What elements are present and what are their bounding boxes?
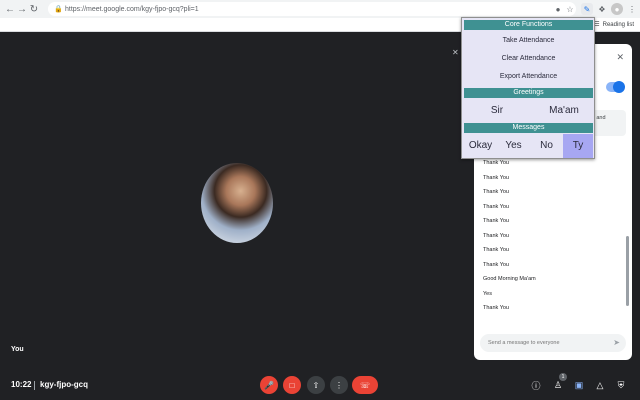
chat-message: Thank You (483, 261, 509, 268)
chat-message: Thank You (483, 203, 509, 210)
reading-list-button[interactable]: ☰ Reading list (594, 21, 634, 29)
chat-input-container: ➤ (480, 334, 626, 352)
okay-button[interactable]: Okay (464, 134, 497, 158)
core-functions-header: Core Functions (464, 20, 593, 30)
maam-button[interactable]: Ma'am (542, 100, 586, 122)
star-icon[interactable]: ☆ (564, 3, 576, 15)
host-controls-icon[interactable]: ⛨ (614, 378, 628, 392)
reading-list-label: Reading list (602, 21, 634, 28)
forward-arrow-icon[interactable]: → (16, 0, 28, 18)
present-icon[interactable]: ⇧ (307, 376, 325, 394)
yes-button[interactable]: Yes (497, 134, 530, 158)
mic-off-indicator-icon: ✕ (452, 48, 459, 57)
chat-message: Good Morning Ma'am (483, 276, 536, 282)
address-bar[interactable]: 🔒 https://meet.google.com/kgy-fjpo-gcq?p… (48, 2, 576, 16)
url-text: https://meet.google.com/kgy-fjpo-gcq?pli… (65, 5, 199, 13)
chat-message: Thank You (483, 247, 509, 253)
attendance-extension-popup: Core Functions Take Attendance Clear Att… (461, 17, 595, 159)
chat-permission-toggle[interactable] (606, 81, 625, 93)
chat-icon[interactable]: ▣ (572, 378, 586, 392)
back-arrow-icon[interactable]: ← (4, 0, 16, 18)
divider (34, 381, 35, 390)
end-call-icon[interactable]: ☏ (352, 376, 378, 394)
people-count-badge: 1 (559, 373, 567, 381)
page-scrollbar[interactable] (626, 236, 629, 306)
sir-button[interactable]: Sir (482, 100, 512, 122)
extension-pen-icon[interactable]: ✎ (581, 3, 593, 15)
send-icon[interactable]: ➤ (613, 338, 620, 347)
chat-message: Thank You (483, 189, 509, 195)
puzzle-icon[interactable]: ❖ (596, 3, 608, 15)
chat-message-list: Thank You Thank You Thank You Thank You … (483, 156, 623, 316)
meeting-controls-bar: 10:22 kgy-fjpo-gcq 🎤 □ ⇧ ⋮ ☏ ⓘ ♙ 1 ▣ △ ⛨ (0, 370, 640, 400)
activities-icon[interactable]: △ (593, 378, 607, 392)
participant-name-label: You (11, 346, 24, 353)
take-attendance-button[interactable]: Take Attendance (464, 32, 593, 50)
info-icon[interactable]: ⓘ (529, 378, 543, 392)
reading-list-icon: ☰ (594, 22, 600, 28)
chat-message: Thank You (483, 232, 509, 239)
close-icon[interactable]: ✕ (616, 52, 624, 63)
chat-message-input[interactable] (488, 334, 606, 352)
clear-attendance-button[interactable]: Clear Attendance (464, 50, 593, 68)
lock-icon[interactable]: 🔒 (54, 6, 63, 13)
profile-icon[interactable]: ● (611, 3, 623, 15)
mic-off-icon[interactable]: 🎤 (260, 376, 278, 394)
camera-off-icon[interactable]: □ (283, 376, 301, 394)
people-icon[interactable]: ♙ 1 (551, 373, 567, 392)
chat-message: Thank You (483, 305, 509, 311)
meeting-code: kgy-fjpo-gcq (40, 380, 88, 389)
export-attendance-button[interactable]: Export Attendance (464, 68, 593, 86)
browser-menu-icon[interactable]: ⋮ (626, 3, 638, 15)
ty-button[interactable]: Ty (563, 134, 593, 158)
no-button[interactable]: No (530, 134, 563, 158)
chat-message: Yes (483, 290, 492, 297)
more-options-icon[interactable]: ⋮ (330, 376, 348, 394)
participant-avatar (201, 163, 273, 243)
chat-message: Thank You (483, 174, 509, 181)
reload-icon[interactable]: ↻ (28, 0, 40, 18)
meeting-time: 10:22 (11, 380, 32, 389)
greetings-header: Greetings (464, 88, 593, 98)
messages-header: Messages (464, 123, 593, 133)
chat-message: Thank You (483, 218, 509, 224)
camera-blocked-icon[interactable]: ● (552, 3, 564, 15)
